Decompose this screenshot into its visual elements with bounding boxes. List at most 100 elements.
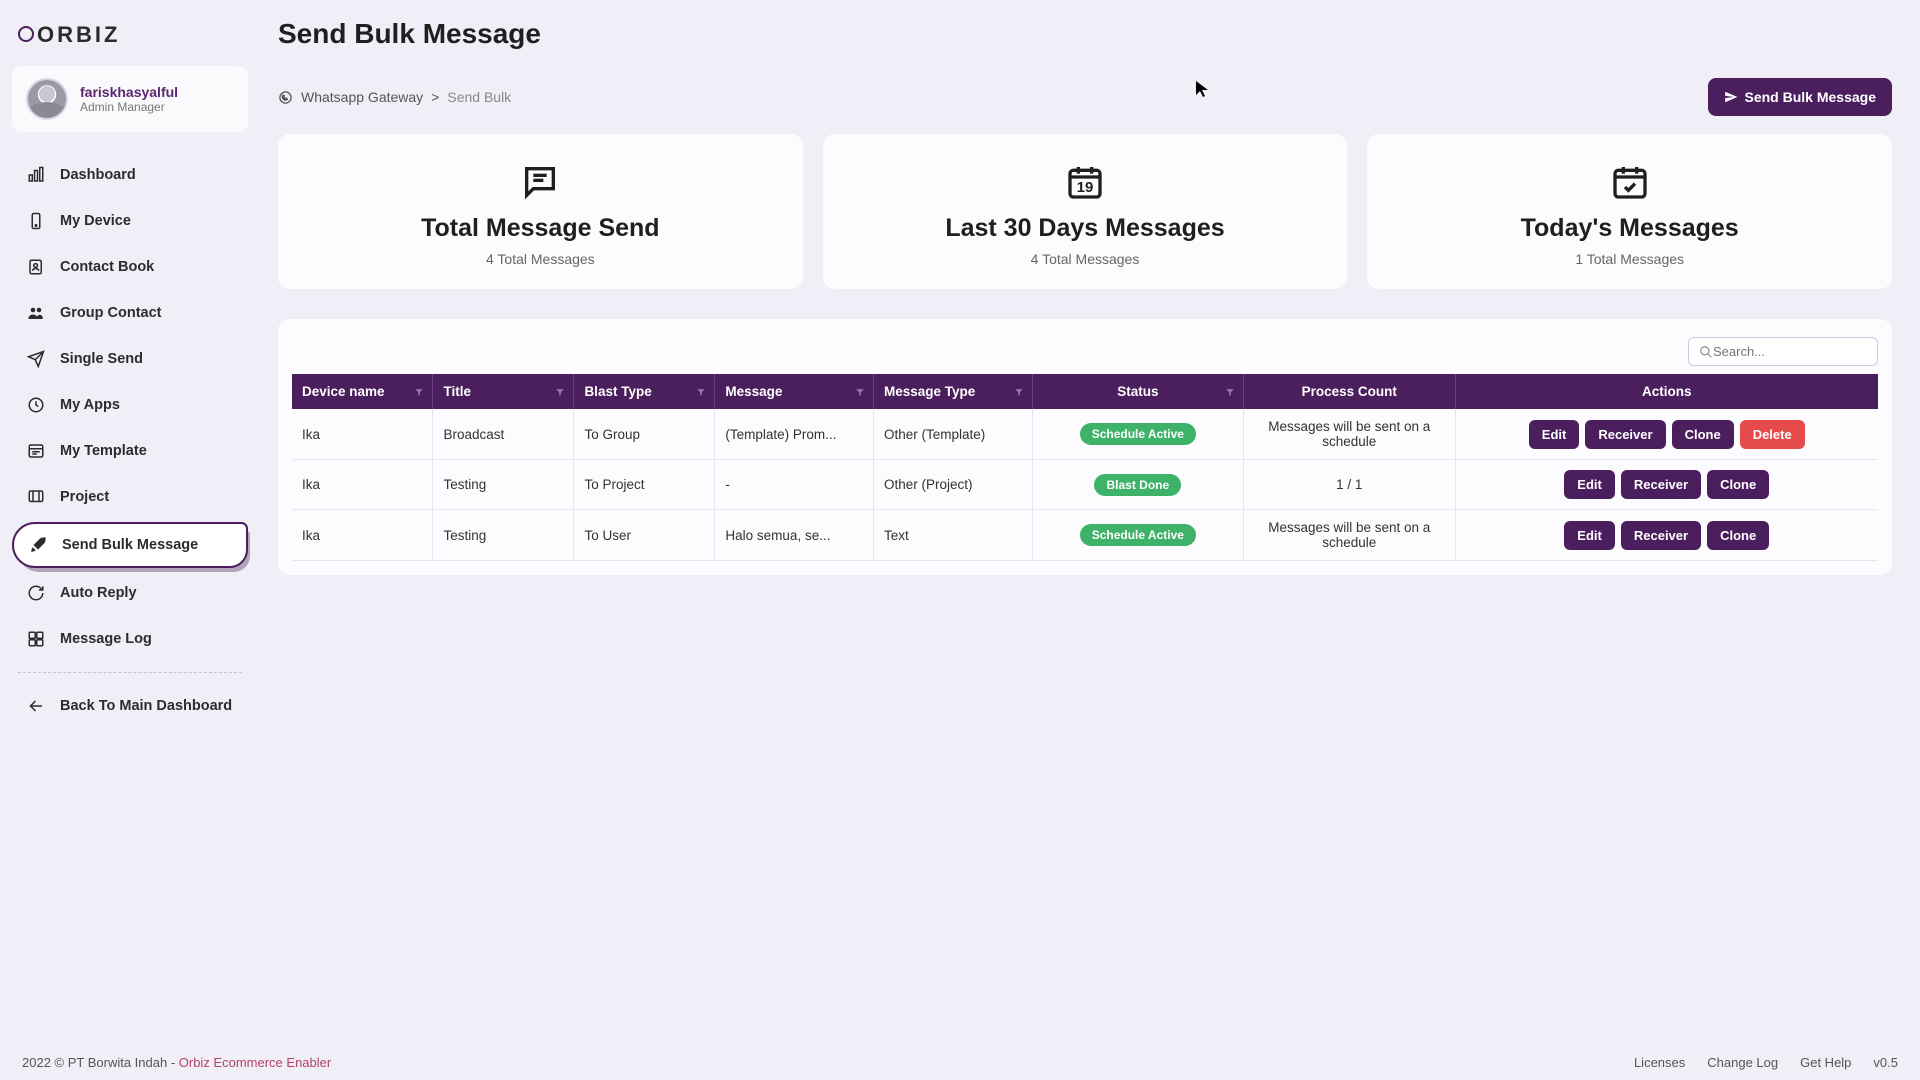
filter-icon[interactable]	[696, 387, 706, 397]
cell: Ika	[292, 460, 433, 510]
breadcrumb: Whatsapp Gateway > Send Bulk	[278, 89, 511, 105]
nav-dashboard[interactable]: Dashboard	[12, 154, 248, 196]
user-role: Admin Manager	[80, 100, 178, 114]
phone-icon	[26, 211, 46, 231]
stat-cards: Total Message Send 4 Total Messages 19 L…	[278, 134, 1892, 289]
refresh-icon	[26, 583, 46, 603]
nav-label: My Device	[60, 213, 131, 229]
back-arrow-icon	[26, 696, 46, 716]
table-row: IkaBroadcastTo Group(Template) Prom...Ot…	[292, 409, 1878, 460]
card-subtitle: 4 Total Messages	[843, 251, 1328, 267]
card-total-message: Total Message Send 4 Total Messages	[278, 134, 803, 289]
brand-logo: ORBIZ	[12, 18, 248, 66]
filter-icon[interactable]	[414, 387, 424, 397]
receiver-button[interactable]: Receiver	[1585, 420, 1665, 449]
search-box[interactable]	[1688, 337, 1878, 366]
footer-version: v0.5	[1873, 1055, 1898, 1070]
log-icon	[26, 629, 46, 649]
card-30-days: 19 Last 30 Days Messages 4 Total Message…	[823, 134, 1348, 289]
nav-send-bulk-message[interactable]: Send Bulk Message	[12, 522, 248, 568]
cell: To User	[574, 510, 715, 561]
delete-button[interactable]: Delete	[1740, 420, 1805, 449]
col-blast-type[interactable]: Blast Type	[574, 374, 715, 409]
cell-actions: EditReceiverClone	[1455, 460, 1878, 510]
footer-get-help[interactable]: Get Help	[1800, 1055, 1851, 1070]
breadcrumb-sep: >	[431, 89, 439, 105]
clone-button[interactable]: Clone	[1672, 420, 1734, 449]
template-icon	[26, 441, 46, 461]
nav-group-contact[interactable]: Group Contact	[12, 292, 248, 334]
cell-status: Schedule Active	[1032, 510, 1243, 561]
main-content: Send Bulk Message Whatsapp Gateway > Sen…	[260, 0, 1920, 1045]
filter-icon[interactable]	[855, 387, 865, 397]
bar-chart-icon	[26, 165, 46, 185]
cell: Other (Template)	[874, 409, 1033, 460]
project-icon	[26, 487, 46, 507]
receiver-button[interactable]: Receiver	[1621, 470, 1701, 499]
receiver-button[interactable]: Receiver	[1621, 521, 1701, 550]
cell-status: Blast Done	[1032, 460, 1243, 510]
svg-text:19: 19	[1077, 179, 1094, 196]
card-subtitle: 1 Total Messages	[1387, 251, 1872, 267]
cell: Text	[874, 510, 1033, 561]
user-card[interactable]: fariskhasyalful Admin Manager	[12, 66, 248, 132]
nav-contact-book[interactable]: Contact Book	[12, 246, 248, 288]
edit-button[interactable]: Edit	[1564, 470, 1615, 499]
nav-back-to-main[interactable]: Back To Main Dashboard	[12, 685, 248, 727]
nav-label: My Template	[60, 443, 147, 459]
calendar-check-icon	[1608, 160, 1652, 204]
col-title[interactable]: Title	[433, 374, 574, 409]
cell-actions: EditReceiverClone	[1455, 510, 1878, 561]
col-message[interactable]: Message	[715, 374, 874, 409]
status-badge: Schedule Active	[1080, 423, 1196, 445]
footer-links: Licenses Change Log Get Help v0.5	[1634, 1055, 1898, 1070]
send-icon	[26, 349, 46, 369]
button-label: Send Bulk Message	[1745, 89, 1877, 105]
nav-my-apps[interactable]: My Apps	[12, 384, 248, 426]
calendar-icon: 19	[1063, 160, 1107, 204]
nav-auto-reply[interactable]: Auto Reply	[12, 572, 248, 614]
nav-label: Back To Main Dashboard	[60, 698, 232, 714]
filter-icon[interactable]	[555, 387, 565, 397]
nav-single-send[interactable]: Single Send	[12, 338, 248, 380]
col-status[interactable]: Status	[1032, 374, 1243, 409]
search-input[interactable]	[1713, 344, 1867, 359]
nav-label: Dashboard	[60, 167, 136, 183]
send-bulk-button[interactable]: Send Bulk Message	[1708, 78, 1893, 116]
footer: 2022 © PT Borwita Indah - Orbiz Ecommerc…	[0, 1045, 1920, 1080]
cell: Testing	[433, 510, 574, 561]
contact-book-icon	[26, 257, 46, 277]
paper-plane-icon	[1724, 90, 1738, 104]
clone-button[interactable]: Clone	[1707, 521, 1769, 550]
edit-button[interactable]: Edit	[1564, 521, 1615, 550]
nav-label: Contact Book	[60, 259, 154, 275]
col-process-count[interactable]: Process Count	[1244, 374, 1455, 409]
whatsapp-icon	[278, 90, 293, 105]
filter-icon[interactable]	[1014, 387, 1024, 397]
cell: Other (Project)	[874, 460, 1033, 510]
edit-button[interactable]: Edit	[1529, 420, 1580, 449]
status-badge: Blast Done	[1094, 474, 1181, 496]
filter-icon[interactable]	[1225, 387, 1235, 397]
nav-my-device[interactable]: My Device	[12, 200, 248, 242]
nav-my-template[interactable]: My Template	[12, 430, 248, 472]
footer-changelog[interactable]: Change Log	[1707, 1055, 1778, 1070]
nav-project[interactable]: Project	[12, 476, 248, 518]
cell-process: Messages will be sent on a schedule	[1244, 510, 1455, 561]
cell-process: Messages will be sent on a schedule	[1244, 409, 1455, 460]
footer-licenses[interactable]: Licenses	[1634, 1055, 1685, 1070]
table-row: IkaTestingTo UserHalo semua, se...TextSc…	[292, 510, 1878, 561]
col-message-type[interactable]: Message Type	[874, 374, 1033, 409]
table-row: IkaTestingTo Project-Other (Project)Blas…	[292, 460, 1878, 510]
status-badge: Schedule Active	[1080, 524, 1196, 546]
cell: Testing	[433, 460, 574, 510]
clone-button[interactable]: Clone	[1707, 470, 1769, 499]
footer-link-orbiz[interactable]: Orbiz Ecommerce Enabler	[179, 1055, 331, 1070]
card-title: Total Message Send	[298, 214, 783, 243]
nav-label: Group Contact	[60, 305, 162, 321]
nav-divider	[18, 672, 242, 673]
breadcrumb-root[interactable]: Whatsapp Gateway	[301, 89, 423, 105]
nav-message-log[interactable]: Message Log	[12, 618, 248, 660]
col-device[interactable]: Device name	[292, 374, 433, 409]
card-today: Today's Messages 1 Total Messages	[1367, 134, 1892, 289]
